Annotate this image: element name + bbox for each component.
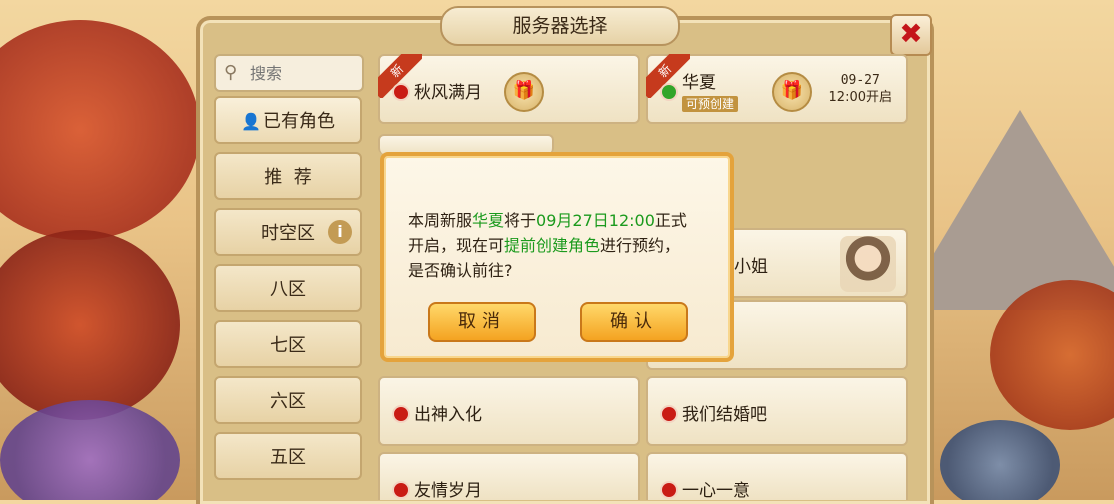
dialog-text: 开启，现在可 [408, 236, 505, 255]
status-dot-icon [660, 83, 678, 101]
status-dot-icon [392, 83, 410, 101]
pre-create-badge: 可预创建 [682, 96, 739, 112]
search-box[interactable]: ⚲ [214, 54, 364, 92]
dialog-precreate-link: 提前创建角色 [504, 236, 601, 255]
sidebar-item-zone-6[interactable]: 六区 [214, 376, 362, 424]
open-time: 09-27 12:00开启 [829, 72, 892, 106]
user-icon: 👤 [241, 112, 261, 131]
server-card[interactable]: 友情岁月 [378, 452, 640, 501]
confirm-button[interactable]: 确认 [580, 302, 688, 342]
dialog-text: 将于 [504, 211, 537, 230]
sidebar-item-label: 五区 [270, 447, 306, 468]
character-portrait [840, 236, 896, 292]
sidebar-item-existing-roles[interactable]: 👤 已有角色 [214, 96, 362, 144]
dialog-text: 进行预约， [600, 236, 681, 255]
server-name: 小姐 [734, 257, 768, 277]
server-card-partial[interactable] [378, 134, 554, 154]
server-name: 华夏 [682, 73, 716, 93]
server-card[interactable]: 一心一意 [646, 452, 908, 501]
server-card[interactable]: 新 华夏 可预创建 🎁 09-27 12:00开启 [646, 54, 908, 124]
gift-icon[interactable]: 🎁 [772, 72, 812, 112]
sidebar-item-zone-7[interactable]: 七区 [214, 320, 362, 368]
dialog-open-date: 09月27日12:00 [536, 211, 655, 230]
status-dot-icon [392, 481, 410, 499]
open-date: 09-27 [840, 73, 880, 88]
tree-foliage-left [0, 20, 200, 240]
dialog-question: 是否确认前往? [408, 261, 513, 280]
status-dot-icon [660, 405, 678, 423]
dialog-text: 本周新服 [408, 211, 473, 230]
search-input[interactable] [248, 60, 356, 86]
server-name: 友情岁月 [414, 481, 482, 501]
sidebar-item-label: 推 荐 [264, 167, 312, 188]
dialog-server-name: 华夏 [472, 211, 505, 230]
info-icon[interactable]: i [328, 220, 352, 244]
tree-foliage-left-low [0, 230, 180, 420]
server-card[interactable]: 我们结婚吧 [646, 376, 908, 446]
server-card[interactable]: 新 秋风满月 🎁 [378, 54, 640, 124]
sidebar-item-zone-5[interactable]: 五区 [214, 432, 362, 480]
close-x-icon: ✖ [899, 17, 923, 50]
cancel-button[interactable]: 取消 [428, 302, 536, 342]
sidebar-item-label: 六区 [270, 391, 306, 412]
sidebar-item-label: 八区 [270, 279, 306, 300]
server-name: 我们结婚吧 [682, 405, 767, 425]
dialog-message: 本周新服华夏将于09月27日12:00正式 开启，现在可提前创建角色进行预约， … [408, 208, 708, 283]
server-name: 一心一意 [682, 481, 750, 501]
pavilion [940, 420, 1060, 500]
server-name: 出神入化 [414, 405, 482, 425]
sidebar-item-zone-8[interactable]: 八区 [214, 264, 362, 312]
sidebar-item-label: 已有角色 [262, 111, 335, 132]
confirm-dialog: 本周新服华夏将于09月27日12:00正式 开启，现在可提前创建角色进行预约， … [380, 152, 734, 362]
status-dot-icon [660, 481, 678, 499]
flower-bush [0, 400, 180, 500]
open-clock: 12:00开启 [828, 90, 892, 105]
server-card[interactable]: 出神入化 [378, 376, 640, 446]
status-dot-icon [392, 405, 410, 423]
sidebar-item-label: 时空区 [261, 223, 315, 244]
panel-title: 服务器选择 [440, 6, 680, 46]
close-button[interactable]: ✖ [890, 14, 932, 56]
server-name: 秋风满月 [414, 83, 482, 103]
dialog-text: 正式 [654, 211, 687, 230]
sidebar-item-label: 七区 [270, 335, 306, 356]
search-icon: ⚲ [224, 62, 238, 83]
gift-icon[interactable]: 🎁 [504, 72, 544, 112]
sidebar-item-recommended[interactable]: 推 荐 [214, 152, 362, 200]
sidebar-item-spacetime-zone[interactable]: 时空区 i [214, 208, 362, 256]
